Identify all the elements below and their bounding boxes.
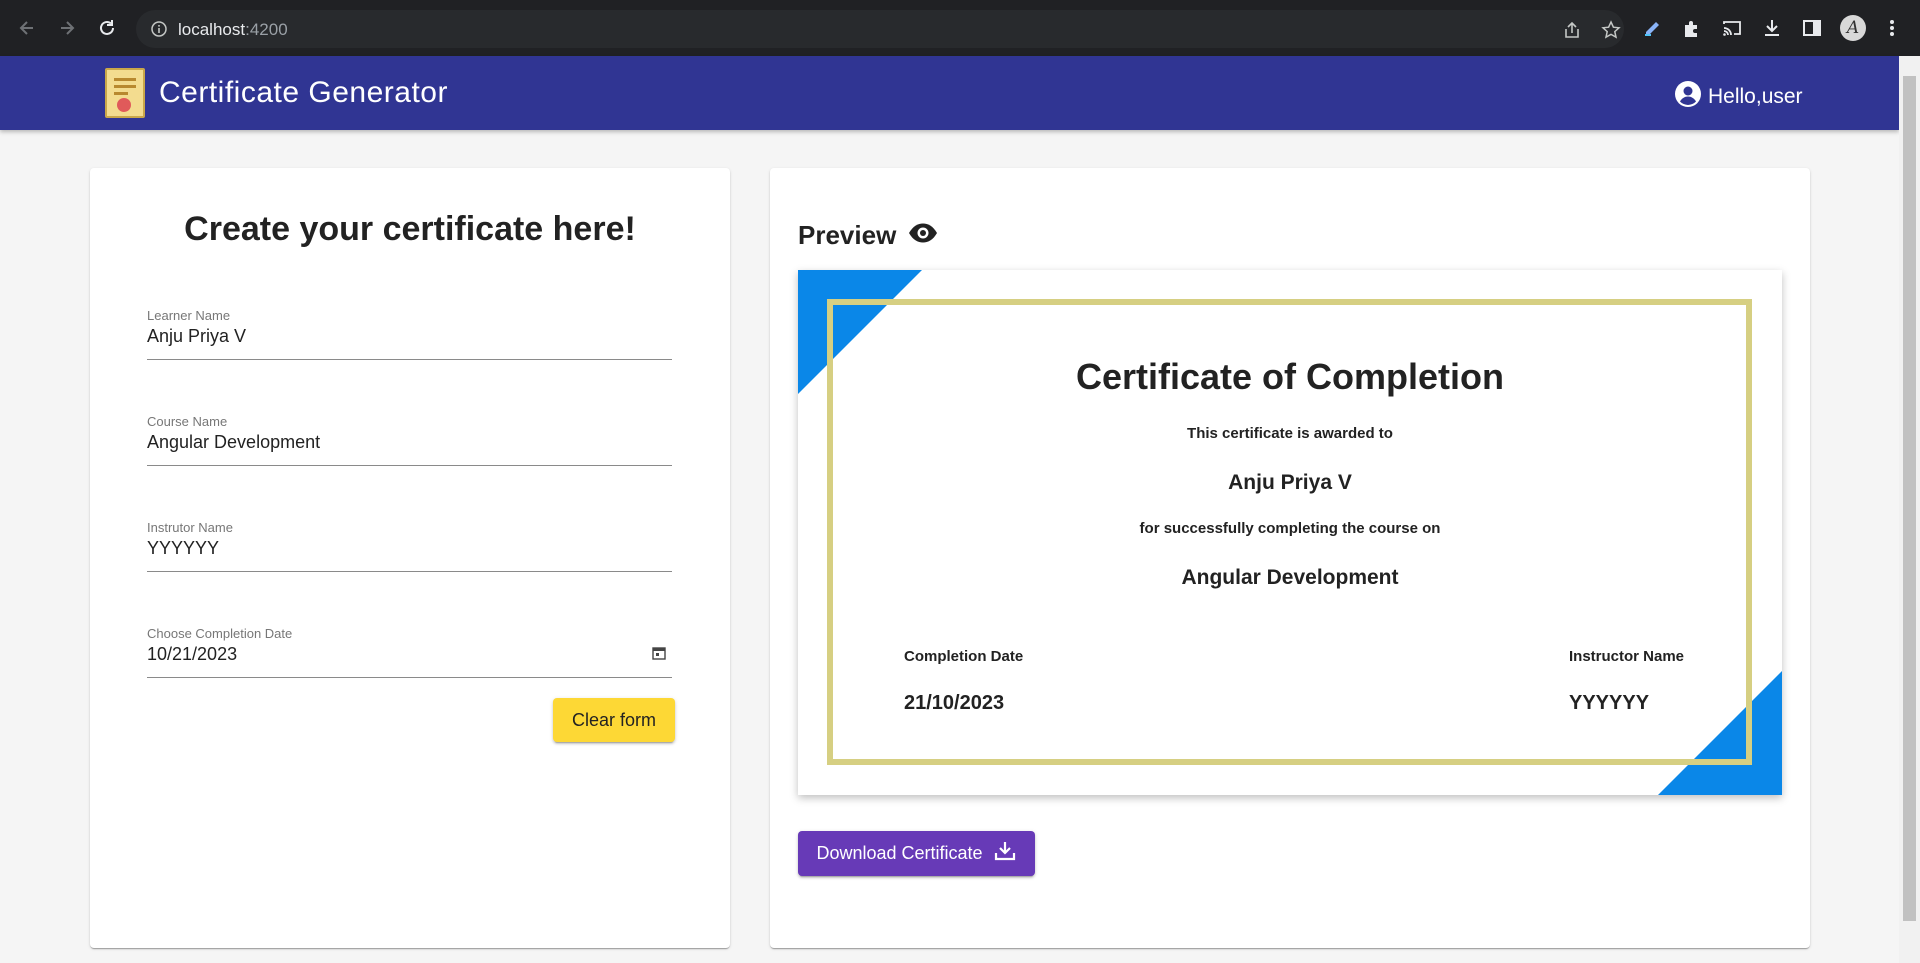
instructor-name-label: Instrutor Name [147, 520, 233, 535]
form-title: Create your certificate here! [184, 210, 636, 248]
completion-date-input[interactable]: 10/21/2023 [147, 644, 237, 665]
certificate-date-value: 21/10/2023 [904, 692, 1005, 714]
course-name-field[interactable]: Course Name Angular Development [147, 414, 672, 466]
eye-icon [908, 220, 938, 251]
app-toolbar: Certificate Generator Hello,user [0, 56, 1899, 130]
certificate-awarded-text: This certificate is awarded to [1187, 425, 1393, 442]
certificate-instructor-value: YYYYYY [1569, 692, 1650, 714]
download-certificate-label: Download Certificate [816, 843, 983, 863]
certificate-form-card: Create your certificate here! Learner Na… [90, 168, 730, 948]
url-port: :4200 [245, 20, 288, 39]
download-icon [993, 839, 1017, 868]
completion-date-label: Choose Completion Date [147, 626, 293, 641]
certificate-instructor-label: Instructor Name [1569, 648, 1685, 665]
browser-chrome: localhost:4200 A [0, 0, 1920, 56]
instructor-name-field[interactable]: Instrutor Name YYYYYY [147, 520, 672, 572]
site-info-icon[interactable] [150, 20, 168, 43]
learner-name-field[interactable]: Learner Name Anju Priya V [147, 308, 672, 360]
preview-heading: Preview [798, 220, 938, 251]
certificate-preview: Certificate of Completion This certifica… [798, 270, 1782, 795]
certificate-preview-card: Preview Certificate of Completion This c… [770, 168, 1810, 948]
preview-title: Preview [798, 220, 897, 250]
bookmark-star-icon[interactable] [1600, 19, 1622, 41]
page-scrollbar-thumb[interactable] [1903, 76, 1916, 921]
completion-date-field[interactable]: Choose Completion Date 10/21/2023 [147, 626, 672, 678]
certificate-completion-text: for successfully completing the course o… [1139, 520, 1441, 537]
user-menu[interactable]: Hello,user [1674, 80, 1803, 114]
learner-name-input[interactable]: Anju Priya V [147, 326, 246, 347]
back-icon[interactable] [14, 15, 40, 41]
url-host: localhost [178, 20, 246, 39]
address-bar[interactable]: localhost:4200 [136, 10, 1624, 48]
certificate-logo-icon [105, 68, 145, 118]
calendar-icon[interactable] [652, 646, 666, 665]
reload-icon[interactable] [94, 15, 120, 41]
highlighter-extension-icon[interactable] [1640, 16, 1664, 40]
certificate-learner-name: Anju Priya V [1228, 471, 1352, 494]
instructor-name-input[interactable]: YYYYYY [147, 538, 219, 559]
more-menu-icon[interactable] [1880, 16, 1904, 40]
certificate-date-label: Completion Date [904, 648, 1024, 665]
download-icon[interactable] [1760, 16, 1784, 40]
download-certificate-button[interactable]: Download Certificate [798, 831, 1035, 876]
clear-form-button[interactable]: Clear form [553, 698, 675, 742]
account-circle-icon [1674, 80, 1702, 114]
certificate-heading: Certificate of Completion [1075, 356, 1505, 397]
profile-avatar[interactable]: A [1840, 15, 1866, 41]
course-name-label: Course Name [147, 414, 228, 429]
extensions-puzzle-icon[interactable] [1680, 16, 1704, 40]
side-panel-icon[interactable] [1800, 16, 1824, 40]
url-text: localhost:4200 [178, 20, 288, 40]
certificate-course-name: Angular Development [1181, 566, 1399, 589]
cast-icon[interactable] [1720, 16, 1744, 40]
user-greeting: Hello,user [1708, 85, 1803, 108]
course-name-input[interactable]: Angular Development [147, 432, 320, 453]
share-icon[interactable] [1561, 19, 1583, 41]
app-title: Certificate Generator [159, 76, 448, 109]
forward-icon[interactable] [54, 15, 80, 41]
learner-name-label: Learner Name [147, 308, 231, 323]
